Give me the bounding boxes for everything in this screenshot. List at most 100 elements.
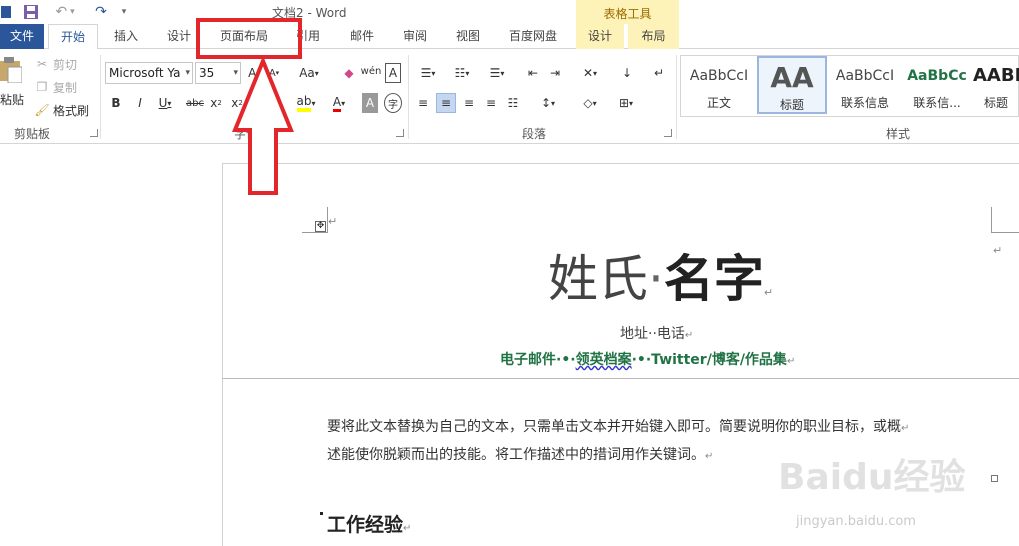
- table-tools-context: 表格工具: [576, 0, 679, 24]
- borders-icon[interactable]: ⊞ ▾: [612, 93, 640, 113]
- tab-file[interactable]: 文件: [0, 24, 44, 49]
- italic-icon[interactable]: I: [132, 93, 148, 113]
- summary-line-1[interactable]: 要将此文本替换为自己的文本，只需单击文本并开始键入即可。简要说明你的职业目标，或…: [327, 416, 909, 436]
- justify-icon[interactable]: ≡: [482, 93, 500, 113]
- chinese-layout-icon[interactable]: ✕ ▾: [575, 63, 605, 83]
- style-preview: AA: [770, 61, 814, 94]
- links-line[interactable]: 电子邮件·•·领英档案·•·Twitter/博客/作品集↵: [500, 349, 795, 369]
- group-divider: [676, 55, 677, 139]
- bullet-mark: [320, 512, 323, 515]
- paste-label: 粘贴: [0, 93, 25, 107]
- tab-design[interactable]: 设计: [157, 24, 201, 49]
- highlight-color-icon[interactable]: ab ▾: [292, 93, 320, 113]
- phonetic-guide-icon[interactable]: wén: [361, 61, 382, 81]
- clear-formatting-icon[interactable]: ◆: [340, 63, 358, 83]
- page-layout-highlight: [196, 18, 302, 59]
- character-border-icon[interactable]: A: [385, 63, 401, 83]
- name-separator: ·: [648, 250, 664, 308]
- clipboard-group-label: 剪贴板: [14, 127, 51, 141]
- tab-table-design[interactable]: 设计: [576, 24, 624, 49]
- font-color-icon[interactable]: A ▾: [326, 93, 352, 113]
- baidu-watermark: Baidu经验 jingyan.baidu.com: [778, 448, 1018, 546]
- summary-line-2[interactable]: 述能使你脱颖而出的技能。将工作描述中的措词用作关键词。↵: [327, 444, 713, 464]
- work-experience-heading[interactable]: 工作经验↵: [327, 510, 411, 537]
- paragraph-mark: ↵: [786, 356, 796, 367]
- style-name: 联系信息: [840, 96, 889, 110]
- work-heading-text: 工作经验: [327, 514, 404, 536]
- paragraph-launcher-icon[interactable]: [664, 129, 672, 137]
- table-tools-label: 表格工具: [603, 7, 652, 21]
- font-name-combo[interactable]: Microsoft Ya ▾: [105, 62, 193, 84]
- style-name: 正文: [706, 96, 731, 110]
- align-left-icon[interactable]: ≡: [414, 93, 432, 113]
- bullets-icon[interactable]: ☰ ▾: [414, 63, 442, 83]
- contact-line[interactable]: 地址··电话↵: [620, 323, 693, 343]
- resume-name[interactable]: 姓氏·名字↵: [548, 249, 773, 323]
- paragraph-mark: ↵: [901, 423, 910, 434]
- linkedin-text: 领英档案: [575, 352, 632, 368]
- underline-icon[interactable]: U ▾: [152, 93, 178, 113]
- style-title[interactable]: AA 标题: [757, 56, 827, 114]
- paragraph-mark: ↵: [705, 451, 714, 462]
- shading-icon[interactable]: ◇ ▾: [576, 93, 604, 113]
- save-icon[interactable]: [22, 3, 40, 21]
- style-contact-info[interactable]: AaBbCcI 联系信息: [829, 56, 901, 114]
- style-preview: AaBbCc: [907, 68, 967, 84]
- paragraph-group-label: 段落: [522, 127, 547, 141]
- paragraph-mark: ↵: [403, 523, 412, 534]
- numbering-icon[interactable]: ☷ ▾: [448, 63, 476, 83]
- style-name: 标题: [779, 98, 804, 112]
- strikethrough-icon[interactable]: abc: [185, 93, 205, 113]
- paste-button[interactable]: 粘贴: [0, 57, 24, 113]
- surname-text: 姓氏: [548, 250, 648, 308]
- copy-button[interactable]: ❐ 复制: [34, 77, 77, 97]
- table-move-handle-icon[interactable]: ✥: [315, 221, 326, 232]
- align-center-icon[interactable]: ≡: [436, 93, 456, 113]
- format-painter-button[interactable]: 🖌 格式刷: [34, 100, 89, 120]
- line-spacing-icon[interactable]: ↕ ▾: [534, 93, 562, 113]
- style-heading[interactable]: AABI 标题: [973, 56, 1019, 114]
- summary-text-2: 述能使你脱颖而出的技能。将工作描述中的措词用作关键词。: [327, 447, 705, 463]
- clipboard-launcher-icon[interactable]: [90, 129, 98, 137]
- chevron-down-icon: ▾: [185, 68, 190, 78]
- paintbrush-icon: 🖌: [34, 103, 50, 117]
- tab-baidu-netdisk[interactable]: 百度网盘: [500, 24, 566, 49]
- summary-text-1: 要将此文本替换为自己的文本，只需单击文本并开始键入即可。简要说明你的职业目标，或…: [327, 419, 901, 435]
- sort-icon[interactable]: ↓: [618, 63, 636, 83]
- tab-view[interactable]: 视图: [446, 24, 490, 49]
- subscript-icon[interactable]: x2: [208, 93, 224, 113]
- customize-qat-icon[interactable]: ▾: [118, 3, 130, 21]
- style-preview: AaBbCcI: [835, 68, 895, 84]
- cut-label: 剪切: [53, 57, 78, 72]
- style-contact-info-2[interactable]: AaBbCc 联系信...: [901, 56, 973, 114]
- styles-gallery[interactable]: AaBbCcI 正文 AA 标题 AaBbCcI 联系信息 AaBbCc 联系信…: [680, 55, 1019, 117]
- undo-icon[interactable]: ↶ ▾: [50, 3, 80, 21]
- show-marks-icon[interactable]: ↵: [650, 63, 668, 83]
- distributed-icon[interactable]: ☷: [504, 93, 522, 113]
- font-launcher-icon[interactable]: [396, 129, 404, 137]
- font-name-value: Microsoft Ya: [109, 66, 181, 80]
- group-divider: [100, 55, 101, 139]
- tab-home[interactable]: 开始: [48, 24, 98, 50]
- redo-icon[interactable]: ↷: [92, 3, 110, 21]
- increase-indent-icon[interactable]: ⇥: [546, 63, 564, 83]
- character-shading-icon[interactable]: A: [362, 93, 378, 113]
- font-size-value: 35: [199, 66, 215, 80]
- paragraph-mark: ↵: [993, 244, 1003, 257]
- tab-mailings[interactable]: 邮件: [340, 24, 384, 49]
- bold-icon[interactable]: B: [108, 93, 124, 113]
- change-case-icon[interactable]: Aa ▾: [296, 63, 322, 83]
- decrease-indent-icon[interactable]: ⇤: [524, 63, 542, 83]
- style-normal[interactable]: AaBbCcI 正文: [683, 56, 755, 114]
- scissors-icon: ✂: [36, 57, 48, 71]
- tab-review[interactable]: 审阅: [393, 24, 437, 49]
- multilevel-list-icon[interactable]: ☰ ▾: [482, 63, 512, 83]
- enclose-characters-icon[interactable]: 字: [384, 93, 402, 113]
- title-bar: ↶ ▾ ↷ ▾ 文档2 - Word 表格工具: [0, 0, 1019, 24]
- cut-button[interactable]: ✂ 剪切: [34, 54, 77, 74]
- tab-insert[interactable]: 插入: [104, 24, 148, 49]
- align-right-icon[interactable]: ≡: [460, 93, 478, 113]
- tab-table-layout[interactable]: 布局: [628, 24, 679, 49]
- email-text: 电子邮件·•·: [500, 352, 576, 368]
- style-preview: AABI: [973, 65, 1019, 86]
